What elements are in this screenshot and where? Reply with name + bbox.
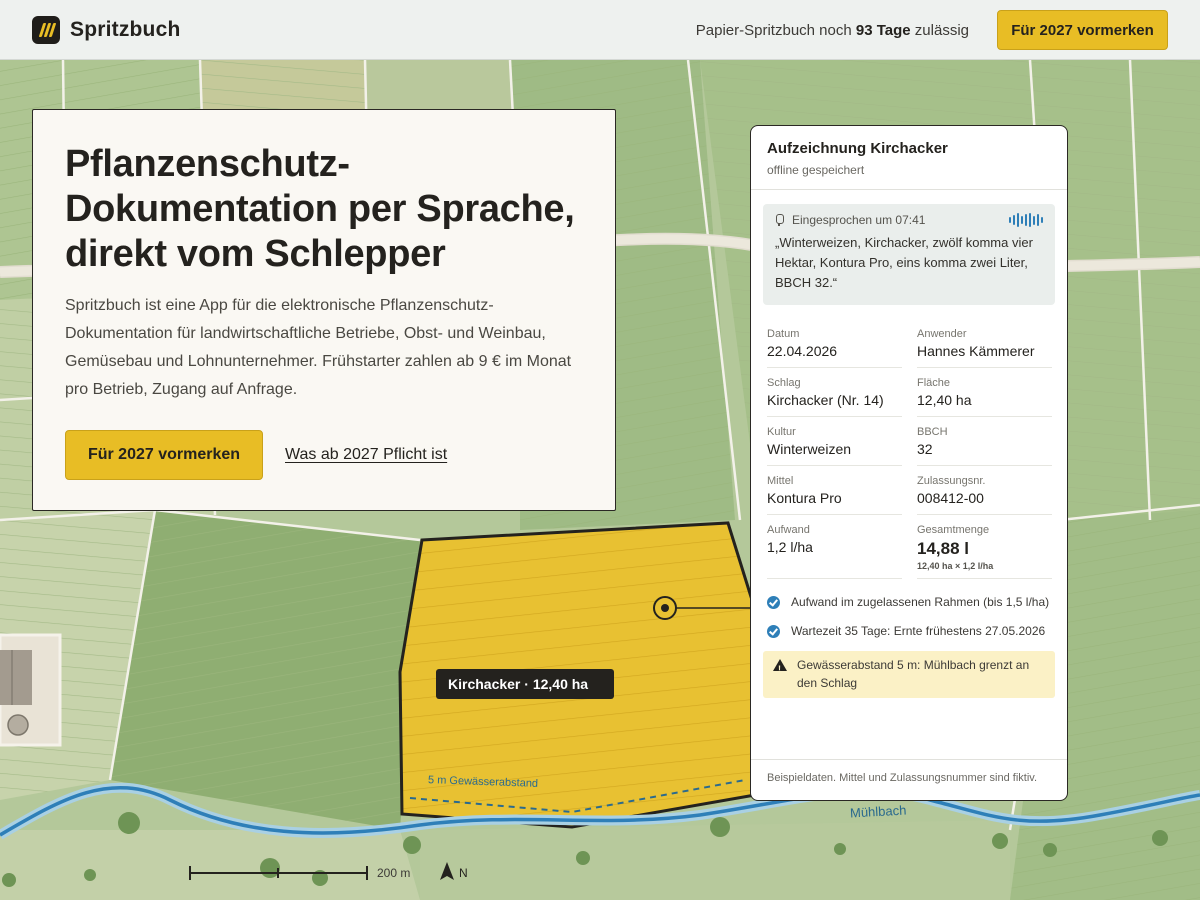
field-value: 14,88 l (917, 539, 969, 558)
field-value: 22.04.2026 (767, 343, 838, 359)
field-value: Kontura Pro (767, 490, 842, 506)
record-footer-note: Beispieldaten. Mittel und Zulassungsnumm… (751, 759, 1067, 800)
logo-icon[interactable] (32, 16, 60, 44)
field-label-text: BBCH (917, 426, 948, 438)
hero-description: Spritzbuch ist eine App für die elektron… (65, 297, 572, 398)
field-area: Fläche 12,40 ha (917, 368, 1052, 417)
field-label-text: Anwender (917, 328, 967, 340)
field-operator: Anwender Hannes Kämmerer (917, 319, 1052, 368)
record-panel: Aufzeichnung Kirchacker offline gespeich… (750, 125, 1068, 801)
field-label[interactable]: Kirchacker · 12,40 ha (436, 669, 614, 699)
field-label-text: Datum (767, 328, 800, 340)
field-bbch: BBCH 32 (917, 417, 1052, 466)
field-label-text: Aufwand (767, 524, 810, 536)
check-circle-icon (767, 596, 780, 609)
total-calculation-note: 12,40 ha × 1,2 l/ha (917, 561, 994, 571)
scale-label: 200 m (377, 866, 411, 880)
site-header: Spritzbuch Papier-Spritzbuch noch 93 Tag… (0, 0, 1200, 60)
hero-title: Pflanzenschutz-Dokumentation per Sprache… (65, 143, 575, 275)
field-label-text: Fläche (917, 377, 951, 389)
check-text: Wartezeit 35 Tage: Ernte frühestens 27.0… (791, 624, 1046, 638)
voice-transcript: „Winterweizen, Kirchacker, zwölf komma v… (775, 235, 1033, 290)
notice-suffix: zulässig (914, 22, 969, 39)
hero-reserve-button[interactable]: Für 2027 vormerken (65, 430, 263, 480)
warning-triangle-icon (773, 659, 787, 678)
hero-actions: Für 2027 vormerken Was ab 2027 Pflicht i… (65, 430, 447, 480)
field-value: 008412-00 (917, 490, 984, 506)
notice-prefix: Papier-Spritzbuch noch (695, 22, 852, 39)
field-total-amount: Gesamtmenge 14,88 l 12,40 ha × 1,2 l/ha (917, 515, 1052, 579)
field-label-text: Gesamtmenge (917, 524, 990, 536)
field-label-text: Kultur (767, 426, 796, 438)
field-value: 1,2 l/ha (767, 539, 813, 555)
hero-card: Pflanzenschutz-Dokumentation per Sprache… (32, 109, 616, 511)
field-value: 12,40 ha (917, 392, 972, 408)
paper-deadline-notice: Papier-Spritzbuch noch 93 Tage zulässig (696, 22, 969, 39)
record-header: Aufzeichnung Kirchacker offline gespeich… (751, 126, 1067, 190)
brand-name[interactable]: Spritzbuch (70, 18, 181, 42)
record-status: offline gespeichert (767, 163, 865, 177)
field-label-text: Schlag (767, 377, 801, 389)
warning-text: Gewässerabstand 5 m: Mühlbach grenzt an … (797, 658, 1030, 690)
voice-meta: Eingesprochen um 07:41 (775, 213, 1043, 227)
record-title: Aufzeichnung Kirchacker (767, 140, 948, 157)
header-reserve-button[interactable]: Für 2027 vormerken (997, 10, 1168, 50)
field-value: Kirchacker (Nr. 14) (767, 392, 884, 408)
field-value: 32 (917, 441, 933, 457)
field-label-text: Mittel (767, 475, 794, 487)
field-rate: Aufwand 1,2 l/ha (767, 515, 902, 579)
field-label-text: Zulassungsnr. (917, 475, 986, 487)
check-item: Wartezeit 35 Tage: Ernte frühestens 27.0… (767, 622, 1051, 640)
field-value: Hannes Kämmerer (917, 343, 1035, 359)
notice-days: 93 Tage (855, 22, 911, 39)
validation-checks: Aufwand im zugelassenen Rahmen (bis 1,5 … (767, 593, 1051, 640)
field-plot: Schlag Kirchacker (Nr. 14) (767, 368, 902, 417)
mandatory-2027-link[interactable]: Was ab 2027 Pflicht ist (285, 446, 447, 464)
voice-transcript-box: Eingesprochen um 07:41 „Winterweizen, Ki… (763, 204, 1055, 305)
check-item: Aufwand im zugelassenen Rahmen (bis 1,5 … (767, 593, 1051, 611)
field-crop: Kultur Winterweizen (767, 417, 902, 466)
north-label: N (459, 866, 468, 880)
field-date: Datum 22.04.2026 (767, 319, 902, 368)
record-fields: Datum 22.04.2026 Anwender Hannes Kämmerer … (767, 319, 1052, 579)
check-circle-icon (767, 625, 780, 638)
field-product: Mittel Kontura Pro (767, 466, 902, 515)
check-text: Aufwand im zugelassenen Rahmen (bis 1,5 … (791, 595, 1050, 609)
field-value: Winterweizen (767, 441, 852, 457)
microphone-icon (775, 214, 784, 226)
field-approval-number: Zulassungsnr. 008412-00 (917, 466, 1052, 515)
audio-waveform-icon[interactable] (1009, 213, 1043, 227)
creek-label: Mühlbach (849, 802, 907, 821)
voice-timestamp: Eingesprochen um 07:41 (792, 213, 926, 227)
water-distance-warning: Gewässerabstand 5 m: Mühlbach grenzt an … (763, 651, 1055, 698)
